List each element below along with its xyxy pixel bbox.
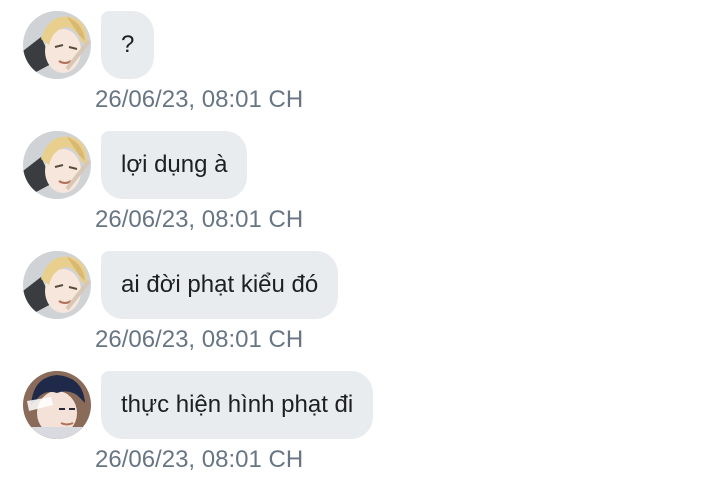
message-timestamp: 26/06/23, 08:01 CH [95,446,304,473]
blonde-avatar-icon[interactable] [23,131,91,199]
blonde-avatar-icon[interactable] [23,251,91,319]
message-row: lợi dụng à 26/06/23, 08:01 CH [0,120,719,240]
message-row: thực hiện hình phạt đi 26/06/23, 08:01 C… [0,360,719,480]
message-row: ? 26/06/23, 08:01 CH [0,0,719,120]
message-bubble[interactable]: ? [101,11,155,79]
message-timestamp: 26/06/23, 08:01 CH [95,206,304,233]
message-timestamp: 26/06/23, 08:01 CH [95,86,304,113]
message-timestamp: 26/06/23, 08:01 CH [95,326,304,353]
message-bubble[interactable]: lợi dụng à [101,131,248,199]
message-bubble[interactable]: ai đời phạt kiểu đó [101,251,339,319]
message-bubble[interactable]: thực hiện hình phạt đi [101,371,374,439]
blonde-avatar-icon[interactable] [23,11,91,79]
chat-thread: ? 26/06/23, 08:01 CH lợi dụng à 26/06/23… [0,0,719,488]
message-row: ai đời phạt kiểu đó 26/06/23, 08:01 CH [0,240,719,360]
darkhair-avatar-icon[interactable] [23,371,91,439]
